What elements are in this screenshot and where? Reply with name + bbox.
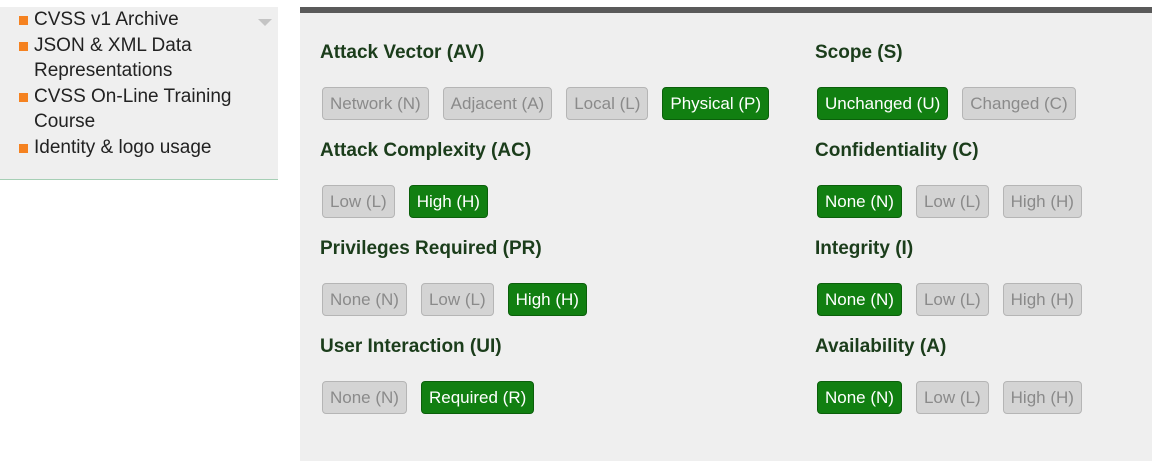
- sidebar-item-cvss-v1-archive[interactable]: CVSS v1 Archive: [0, 7, 278, 33]
- metric-attack-vector: Attack Vector (AV) Network (N) Adjacent (A…: [320, 39, 790, 137]
- option-button-high[interactable]: High (H): [507, 283, 587, 316]
- metric-integrity: Integrity (I) None (N) Low (L) High (H): [815, 235, 1145, 333]
- metric-title: Privileges Required (PR): [320, 238, 542, 259]
- metric-options: None (N) Low (L) High (H): [815, 165, 1145, 235]
- cvss-calculator-panel: Attack Vector (AV) Network (N) Adjacent (A…: [300, 7, 1152, 461]
- sidebar-item-label[interactable]: CVSS On-Line Training Course: [34, 86, 232, 133]
- metric-privileges-required: Privileges Required (PR) None (N) Low (L) H…: [320, 235, 790, 333]
- option-button-physical[interactable]: Physical (P): [662, 87, 770, 120]
- metric-title: User Interaction (UI): [320, 336, 502, 357]
- panel-top-bar: [300, 7, 1152, 13]
- option-button-none[interactable]: None (N): [817, 283, 902, 316]
- sidebar-item-training-course[interactable]: CVSS On-Line Training Course: [0, 84, 278, 135]
- metric-availability: Availability (A) None (N) Low (L) High (H): [815, 333, 1145, 431]
- square-bullet-icon: [19, 143, 28, 153]
- option-button-low[interactable]: Low (L): [915, 185, 989, 218]
- option-button-low[interactable]: Low (L): [322, 185, 395, 218]
- sidebar-item-label[interactable]: Identity & logo usage: [34, 137, 211, 158]
- metric-options: None (N) Low (L) High (H): [815, 361, 1145, 431]
- metric-options: None (N) Required (R): [320, 361, 790, 431]
- metric-options: Network (N) Adjacent (A) Local (L) Physical…: [320, 67, 790, 137]
- metric-title: Attack Complexity (AC): [320, 140, 532, 161]
- metric-title: Confidentiality (C): [815, 140, 979, 161]
- option-button-low[interactable]: Low (L): [915, 381, 989, 414]
- option-button-none[interactable]: None (N): [322, 381, 407, 414]
- sidebar-item-identity-logo[interactable]: Identity & logo usage: [0, 135, 278, 161]
- metric-attack-complexity: Attack Complexity (AC) Low (L) High (H): [320, 137, 790, 235]
- metric-title: Scope (S): [815, 42, 903, 63]
- option-button-adjacent[interactable]: Adjacent (A): [442, 87, 553, 120]
- metric-options: None (N) Low (L) High (H): [320, 263, 790, 333]
- option-button-none[interactable]: None (N): [817, 381, 902, 414]
- sidebar-list: CVSS v1 Archive JSON & XML Data Represen…: [0, 7, 278, 160]
- option-button-none[interactable]: None (N): [322, 283, 407, 316]
- metric-scope: Scope (S) Unchanged (U) Changed (C): [815, 39, 1145, 137]
- square-bullet-icon: [19, 16, 28, 25]
- square-bullet-icon: [19, 92, 28, 102]
- option-button-low[interactable]: Low (L): [915, 283, 989, 316]
- sidebar-item-label[interactable]: JSON & XML Data Representations: [34, 35, 192, 82]
- option-button-high[interactable]: High (H): [1002, 283, 1082, 316]
- option-button-network[interactable]: Network (N): [322, 87, 429, 120]
- metric-title: Integrity (I): [815, 238, 914, 259]
- option-button-high[interactable]: High (H): [1002, 185, 1082, 218]
- option-button-changed[interactable]: Changed (C): [962, 87, 1076, 120]
- metric-title: Attack Vector (AV): [320, 42, 485, 63]
- metric-options: Unchanged (U) Changed (C): [815, 67, 1145, 137]
- option-button-unchanged[interactable]: Unchanged (U): [817, 87, 949, 120]
- sidebar-nav: CVSS v1 Archive JSON & XML Data Represen…: [0, 7, 278, 180]
- sidebar-item-json-xml[interactable]: JSON & XML Data Representations: [0, 33, 278, 84]
- option-button-low[interactable]: Low (L): [420, 283, 494, 316]
- scroll-down-arrow-icon[interactable]: [258, 19, 272, 26]
- option-button-required[interactable]: Required (R): [420, 381, 535, 414]
- base-metrics-right-column: Scope (S) Unchanged (U) Changed (C) Confide…: [815, 39, 1145, 431]
- metric-title: Availability (A): [815, 336, 947, 357]
- option-button-high[interactable]: High (H): [408, 185, 488, 218]
- option-button-none[interactable]: None (N): [817, 185, 902, 218]
- metric-user-interaction: User Interaction (UI) None (N) Required (R…: [320, 333, 790, 431]
- option-button-high[interactable]: High (H): [1002, 381, 1082, 414]
- sidebar-item-label[interactable]: CVSS v1 Archive: [34, 9, 179, 30]
- metric-options: None (N) Low (L) High (H): [815, 263, 1145, 333]
- option-button-local[interactable]: Local (L): [566, 87, 649, 120]
- metric-confidentiality: Confidentiality (C) None (N) Low (L) High (…: [815, 137, 1145, 235]
- metric-options: Low (L) High (H): [320, 165, 790, 235]
- base-metrics-left-column: Attack Vector (AV) Network (N) Adjacent (A…: [320, 39, 790, 431]
- square-bullet-icon: [19, 41, 28, 51]
